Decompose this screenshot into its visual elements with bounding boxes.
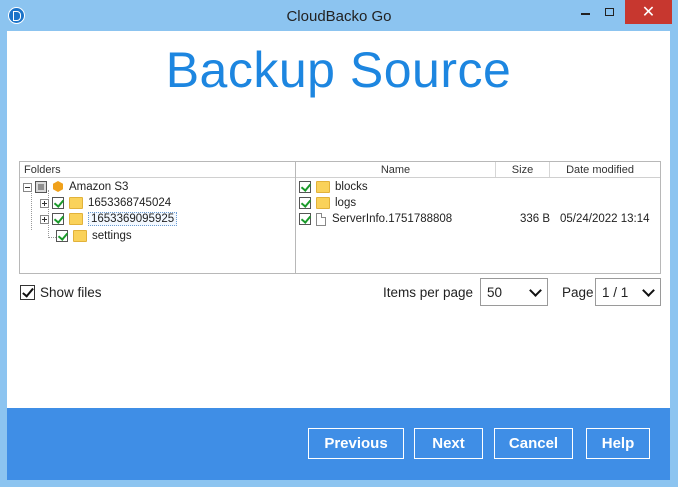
column-header-size[interactable]: Size [496, 162, 550, 177]
help-button[interactable]: Help [586, 428, 650, 459]
expand-icon[interactable] [40, 198, 49, 208]
minimize-icon [580, 13, 590, 15]
file-checkbox[interactable] [299, 213, 311, 225]
folder-icon [316, 197, 330, 209]
column-header-name[interactable]: Name [296, 162, 496, 177]
tree-node-label-selected: 1653369095925 [88, 212, 178, 226]
items-per-page-value: 50 [487, 284, 503, 300]
close-button[interactable]: ✕ [625, 0, 672, 24]
next-button[interactable]: Next [414, 428, 483, 459]
show-files-checkbox[interactable]: Show files [20, 285, 102, 300]
chevron-down-icon [642, 284, 655, 297]
wizard-footer: Previous Next Cancel Help [7, 408, 670, 480]
checkbox-checked-icon[interactable] [20, 285, 35, 300]
page-title: Backup Source [165, 42, 512, 98]
files-header: Name Size Date modified [296, 162, 660, 178]
tree-node-label: Amazon S3 [69, 181, 129, 193]
items-per-page-label: Items per page [383, 285, 474, 300]
tree-node-amazon-s3[interactable]: Amazon S3 [23, 179, 128, 195]
items-per-page-select[interactable]: 50 [480, 278, 548, 306]
minimize-button[interactable] [573, 0, 597, 24]
files-list-panel: Name Size Date modified blocks logs Serv… [295, 161, 661, 274]
maximize-button[interactable] [597, 0, 621, 24]
tree-checkbox-folder-2[interactable] [52, 213, 64, 225]
expand-icon[interactable] [40, 214, 49, 224]
folder-icon [69, 197, 83, 209]
tree-node-label: 1653368745024 [88, 197, 172, 209]
amazon-s3-icon [52, 181, 64, 193]
title-bar: CloudBacko Go ✕ [0, 0, 678, 31]
file-name: blocks [335, 181, 368, 193]
page-label: Page [562, 285, 594, 300]
folder-icon [69, 213, 83, 225]
chevron-down-icon [529, 284, 542, 297]
show-files-label: Show files [40, 285, 102, 300]
file-row-blocks[interactable]: blocks [299, 179, 368, 195]
tree-checkbox-settings[interactable] [56, 230, 68, 242]
main-content: Backup Source Folders Amazon S3 16533687… [7, 31, 670, 408]
file-name: logs [335, 197, 357, 209]
maximize-icon [604, 8, 614, 16]
page-value: 1 / 1 [602, 284, 629, 300]
file-name: ServerInfo.1751788808 [332, 213, 453, 225]
tree-node-folder-2[interactable]: 1653369095925 [40, 211, 178, 227]
tree-checkbox-folder-1[interactable] [52, 197, 64, 209]
file-date-modified: 05/24/2022 13:14 [560, 213, 650, 225]
folders-tree-panel: Folders Amazon S3 1653368745024 16533690… [19, 161, 296, 274]
column-header-date[interactable]: Date modified [550, 162, 650, 177]
file-row-serverinfo[interactable]: ServerInfo.1751788808 [299, 211, 452, 227]
folders-header: Folders [20, 162, 295, 178]
file-row-logs[interactable]: logs [299, 195, 356, 211]
file-checkbox[interactable] [299, 181, 311, 193]
file-size: 336 B [520, 213, 551, 225]
collapse-icon[interactable] [23, 182, 32, 192]
previous-button[interactable]: Previous [308, 428, 404, 459]
close-icon: ✕ [641, 4, 656, 21]
file-icon [316, 212, 326, 226]
file-checkbox[interactable] [299, 197, 311, 209]
tree-line [31, 190, 32, 230]
app-window: CloudBacko Go ✕ Backup Source Folders Am… [0, 0, 678, 487]
tree-node-label: settings [92, 230, 132, 242]
tree-checkbox-amazon-s3[interactable] [35, 181, 47, 193]
tree-node-folder-1[interactable]: 1653368745024 [40, 195, 171, 211]
cancel-button[interactable]: Cancel [494, 428, 573, 459]
folder-icon [73, 230, 87, 242]
page-select[interactable]: 1 / 1 [595, 278, 661, 306]
tree-node-settings[interactable]: settings [56, 228, 132, 244]
folder-icon [316, 181, 330, 193]
